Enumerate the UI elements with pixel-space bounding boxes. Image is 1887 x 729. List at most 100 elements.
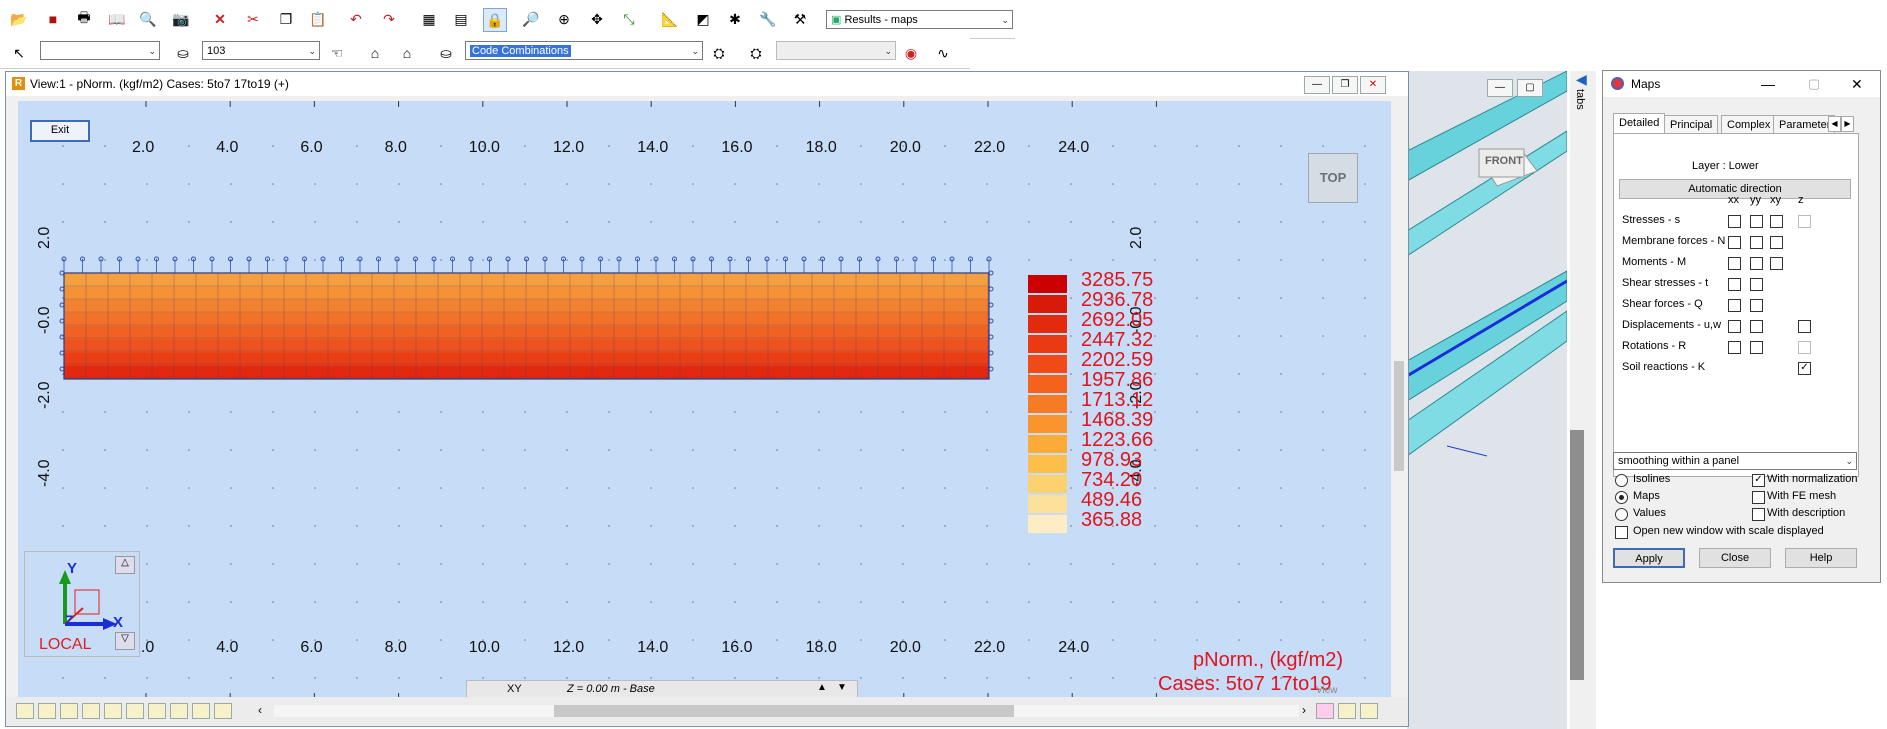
save-icon[interactable]: ■ xyxy=(42,8,64,30)
result-checkbox[interactable] xyxy=(1750,299,1763,312)
with-normalization-checkbox[interactable]: ✓ xyxy=(1752,474,1765,487)
tab-principal[interactable]: Principal xyxy=(1664,115,1719,134)
status-tool-7-icon[interactable] xyxy=(148,703,166,719)
zoom-window-icon[interactable]: ⊕ xyxy=(553,8,575,30)
selection-combo[interactable]: ⌄ xyxy=(40,41,160,60)
tabs-label[interactable]: tabs xyxy=(1574,89,1586,110)
case-filter-icon[interactable]: ☜ xyxy=(326,42,348,64)
scroll-left-icon[interactable]: ‹ xyxy=(258,703,262,717)
print-icon[interactable]: 🖶 xyxy=(73,8,95,30)
structure-icon[interactable]: ✱ xyxy=(724,8,746,30)
paste-icon[interactable]: 📋 xyxy=(307,8,329,30)
isolines-radio[interactable] xyxy=(1615,474,1628,487)
result-checkbox[interactable] xyxy=(1728,299,1741,312)
bg-maximize-button[interactable]: ▢ xyxy=(1517,79,1543,97)
result-checkbox[interactable] xyxy=(1750,278,1763,291)
tools-icon[interactable]: 🔧 xyxy=(757,8,779,30)
level-up-icon[interactable]: ▲ xyxy=(817,682,827,693)
lock-icon[interactable]: 🔒 xyxy=(483,8,507,32)
result-checkbox[interactable] xyxy=(1728,320,1741,333)
book-icon[interactable]: 📖 xyxy=(106,8,128,30)
triad-up-icon[interactable]: △ xyxy=(115,556,135,574)
tab-scroll-right-icon[interactable]: ▶ xyxy=(1841,116,1854,132)
cut-icon[interactable]: ✂ xyxy=(242,8,264,30)
result-checkbox[interactable] xyxy=(1750,215,1763,228)
with-description-checkbox[interactable] xyxy=(1752,508,1765,521)
tabs-arrow-icon[interactable]: ◀ xyxy=(1576,71,1587,88)
tab-complex[interactable]: Complex xyxy=(1721,115,1777,134)
result-checkbox[interactable] xyxy=(1770,257,1783,270)
bg-minimize-button[interactable]: — xyxy=(1487,79,1513,97)
minimize-button[interactable]: — xyxy=(1304,76,1330,94)
deformation-icon[interactable]: ∿ xyxy=(932,42,954,64)
result-checkbox[interactable] xyxy=(1798,341,1811,354)
smoothing-combo[interactable]: smoothing within a panel ⌄ xyxy=(1613,452,1857,470)
open-new-window-checkbox[interactable] xyxy=(1615,526,1628,539)
maps-radio[interactable] xyxy=(1615,491,1628,504)
maps-close-icon[interactable]: ✕ xyxy=(1851,71,1863,97)
status-settings-icon[interactable] xyxy=(1360,703,1378,719)
result-checkbox[interactable] xyxy=(1728,257,1741,270)
disabled-combo[interactable]: ⌄ xyxy=(776,41,896,60)
scroll-right-icon[interactable]: › xyxy=(1302,703,1306,717)
tab-parameter[interactable]: Parameter xyxy=(1773,115,1835,134)
section-icon[interactable]: ◩ xyxy=(692,8,714,30)
values-radio[interactable] xyxy=(1615,508,1628,521)
restore-button[interactable]: ❐ xyxy=(1332,76,1358,94)
rotate-icon[interactable]: ⤡ xyxy=(618,8,640,30)
result-checkbox[interactable] xyxy=(1728,278,1741,291)
status-tool-3-icon[interactable] xyxy=(60,703,78,719)
case-combo[interactable]: 103 ⌄ xyxy=(202,41,320,60)
result-checkbox[interactable] xyxy=(1770,215,1783,228)
map-canvas[interactable]: 2.0 4.0 6.0 8.0 10.0 12.0 14.0 16.0 18.0 20.0 22.0… xyxy=(18,101,1391,699)
delete-icon[interactable]: ✕ xyxy=(209,8,231,30)
result-checkbox[interactable] xyxy=(1750,320,1763,333)
result-checkbox[interactable] xyxy=(1770,236,1783,249)
combination-type-combo[interactable]: Code Combinations ⌄ xyxy=(465,41,703,60)
tab-scroll-left-icon[interactable]: ◀ xyxy=(1828,116,1841,132)
result-checkbox[interactable] xyxy=(1750,257,1763,270)
pan-icon[interactable]: ✥ xyxy=(586,8,608,30)
select-cursor-icon[interactable]: ↖ xyxy=(8,42,30,64)
maps-close-button[interactable]: Close xyxy=(1699,548,1771,568)
status-tool-4-icon[interactable] xyxy=(82,703,100,719)
result-checkbox[interactable] xyxy=(1750,341,1763,354)
view-cube-top[interactable]: TOP xyxy=(1308,153,1358,203)
result-checkbox[interactable] xyxy=(1728,215,1741,228)
status-close-icon[interactable] xyxy=(1316,703,1334,719)
status-measure-icon[interactable] xyxy=(1338,703,1356,719)
calculator-icon[interactable]: ▦ xyxy=(418,8,440,30)
combo-next-icon[interactable]: ⛭ xyxy=(745,42,767,64)
copy-icon[interactable]: ❐ xyxy=(275,8,297,30)
with-fe-mesh-checkbox[interactable] xyxy=(1752,491,1765,504)
redo-icon[interactable]: ↷ xyxy=(378,8,400,30)
status-tool-9-icon[interactable] xyxy=(192,703,210,719)
result-checkbox[interactable] xyxy=(1750,236,1763,249)
view-vertical-scrollbar[interactable] xyxy=(1392,101,1406,697)
level-down-icon[interactable]: ▼ xyxy=(837,682,847,693)
measure-icon[interactable]: 📐 xyxy=(659,8,681,30)
maps-maximize-icon[interactable]: ▢ xyxy=(1808,71,1820,97)
plane-label[interactable]: XY xyxy=(507,683,522,695)
status-tool-8-icon[interactable] xyxy=(170,703,188,719)
bg-vertical-scrollbar[interactable] xyxy=(1570,430,1584,680)
triad-down-icon[interactable]: ▽ xyxy=(115,632,135,650)
apply-button[interactable]: Apply xyxy=(1613,548,1685,568)
status-tool-2-icon[interactable] xyxy=(38,703,56,719)
case-select-icon[interactable]: ⛀ xyxy=(172,42,194,64)
view-frame-icon[interactable]: ⌂ xyxy=(364,42,386,64)
result-checkbox[interactable] xyxy=(1728,341,1741,354)
camera-icon[interactable]: 📷 xyxy=(170,8,192,30)
horizontal-scrollbar[interactable] xyxy=(274,705,1299,717)
combination-icon[interactable]: ⛀ xyxy=(435,42,457,64)
open-icon[interactable]: 📂 xyxy=(8,8,30,30)
map-colors-icon[interactable]: ◉ xyxy=(900,42,922,64)
exit-button[interactable]: Exit xyxy=(30,120,90,142)
undo-icon[interactable]: ↶ xyxy=(345,8,367,30)
horizontal-scroll-thumb[interactable] xyxy=(554,705,1014,717)
close-button[interactable]: ✕ xyxy=(1360,76,1386,94)
status-tool-10-icon[interactable] xyxy=(214,703,232,719)
zoom-icon[interactable]: 🔎 xyxy=(520,8,542,30)
maps-minimize-icon[interactable]: — xyxy=(1761,71,1775,97)
result-checkbox[interactable] xyxy=(1728,236,1741,249)
